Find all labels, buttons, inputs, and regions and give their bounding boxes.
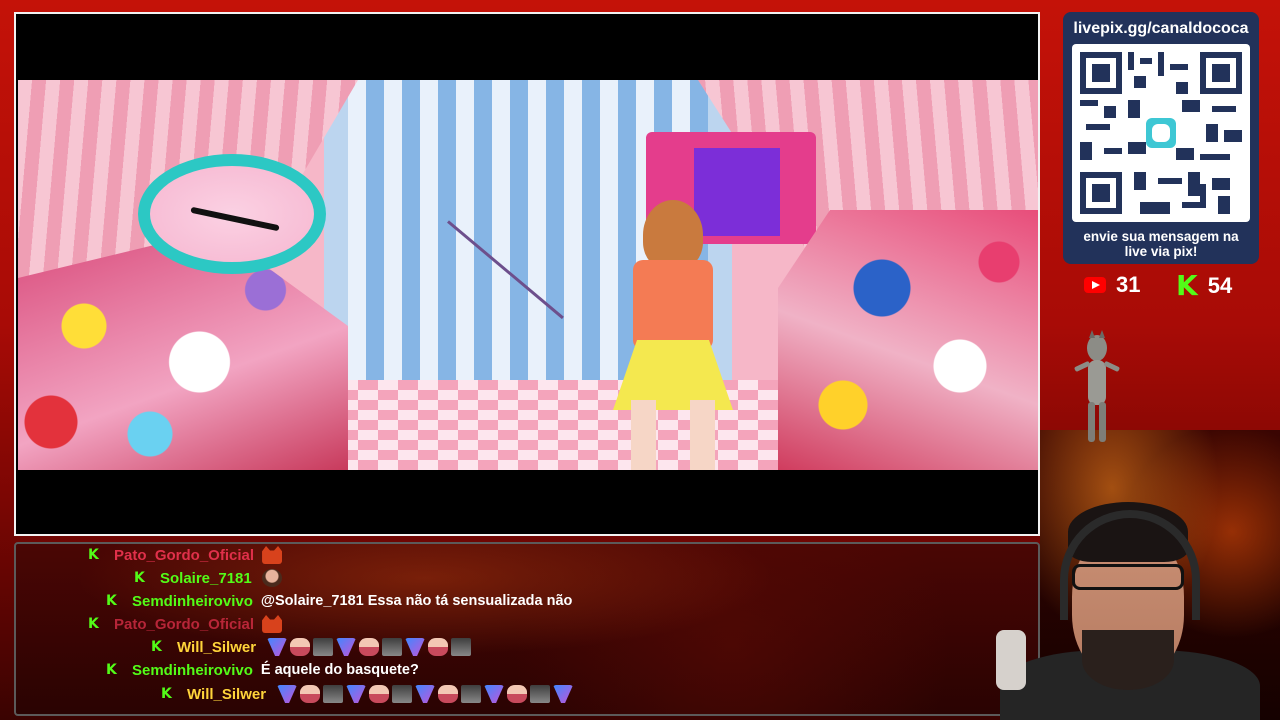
livepix-qr-panel[interactable]: livepix.gg/canaldococa envie sua mensage… — [1063, 12, 1259, 264]
zoom-emote-icon — [451, 638, 472, 656]
chat-username: Semdinheirovivo — [132, 661, 253, 679]
kick-badge-icon: K — [134, 570, 145, 586]
webcam-beard — [1082, 630, 1174, 690]
dancer-legs — [631, 400, 715, 470]
cat-emote-icon — [262, 546, 283, 564]
emote-row — [274, 685, 574, 703]
zoom-emote-icon — [392, 685, 413, 703]
viewer-counts: 31 K 54 — [1084, 272, 1264, 302]
kick-count-value: 54 — [1207, 273, 1233, 298]
kick-badge-icon: K — [161, 686, 172, 702]
zoom-emote-icon — [461, 685, 482, 703]
girl-emote-icon — [369, 685, 390, 703]
chat-message: K Semdinheirovivo @Solaire_7181 Essa não… — [106, 590, 572, 612]
toy-pile-left — [18, 230, 348, 470]
kick-badge-icon: K — [106, 593, 117, 609]
girl-emote-icon — [428, 638, 449, 656]
clock-prop — [138, 154, 326, 274]
hx-emote-icon — [277, 685, 298, 703]
dancer-top — [633, 260, 713, 350]
qr-code-pattern — [1080, 52, 1242, 214]
girl-emote-icon — [507, 685, 528, 703]
face-emote-icon — [261, 569, 282, 587]
hx-emote-icon — [553, 685, 574, 703]
zoom-emote-icon — [530, 685, 551, 703]
chat-username: Semdinheirovivo — [132, 592, 253, 610]
chat-username: Will_Silwer — [187, 685, 267, 703]
kick-viewer-count: K 54 — [1176, 272, 1232, 300]
chat-message: K Will_Silwer — [161, 683, 574, 705]
youtube-count-value: 31 — [1116, 272, 1141, 297]
livepix-url[interactable]: livepix.gg/canaldococa — [1071, 20, 1251, 38]
chat-overlay: K Pato_Gordo_Oficial K Solaire_7181 K Se… — [14, 542, 1040, 716]
youtube-icon — [1084, 277, 1106, 293]
girl-emote-icon — [359, 638, 380, 656]
girl-emote-icon — [290, 638, 311, 656]
hx-emote-icon — [346, 685, 367, 703]
cat-emote-icon — [262, 615, 283, 633]
kick-badge-icon: K — [106, 662, 117, 678]
qr-code — [1072, 44, 1250, 222]
girl-emote-icon — [438, 685, 459, 703]
hx-emote-icon — [267, 638, 288, 656]
video-player[interactable] — [14, 12, 1040, 536]
chat-username: Solaire_7181 — [160, 569, 252, 587]
zoom-emote-icon — [323, 685, 344, 703]
hx-emote-icon — [484, 685, 505, 703]
youtube-viewer-count: 31 — [1084, 272, 1140, 298]
kick-badge-icon: K — [88, 547, 99, 563]
music-video-frame — [18, 80, 1038, 470]
hx-emote-icon — [405, 638, 426, 656]
webcam-hand — [996, 630, 1026, 690]
toy-pile-right — [778, 210, 1038, 470]
chat-text: @Solaire_7181 Essa não tá sensualizada n… — [260, 593, 573, 609]
chat-text: É aquele do basquete? — [260, 662, 419, 678]
emote-row — [264, 638, 472, 656]
chat-username: Pato_Gordo_Oficial — [114, 546, 255, 564]
dancer-figure — [603, 200, 753, 470]
dancing-wolf-sticker — [1074, 330, 1120, 442]
chat-username: Will_Silwer — [177, 638, 257, 656]
kick-badge-icon: K — [88, 616, 99, 632]
chat-message: K Pato_Gordo_Oficial — [88, 544, 283, 566]
chat-message: K Will_Silwer — [151, 636, 472, 658]
qr-caption: envie sua mensagem na live via pix! — [1083, 229, 1239, 259]
hx-emote-icon — [415, 685, 436, 703]
zoom-emote-icon — [313, 638, 334, 656]
chat-username: Pato_Gordo_Oficial — [114, 615, 255, 633]
girl-emote-icon — [300, 685, 321, 703]
zoom-emote-icon — [382, 638, 403, 656]
chat-message: K Pato_Gordo_Oficial — [88, 613, 283, 635]
chat-message: K Solaire_7181 — [134, 567, 282, 589]
kick-icon: K — [1176, 269, 1198, 302]
streamer-webcam — [980, 480, 1280, 720]
kick-badge-icon: K — [151, 639, 162, 655]
chat-message: K Semdinheirovivo É aquele do basquete? — [106, 659, 419, 681]
hx-emote-icon — [336, 638, 357, 656]
